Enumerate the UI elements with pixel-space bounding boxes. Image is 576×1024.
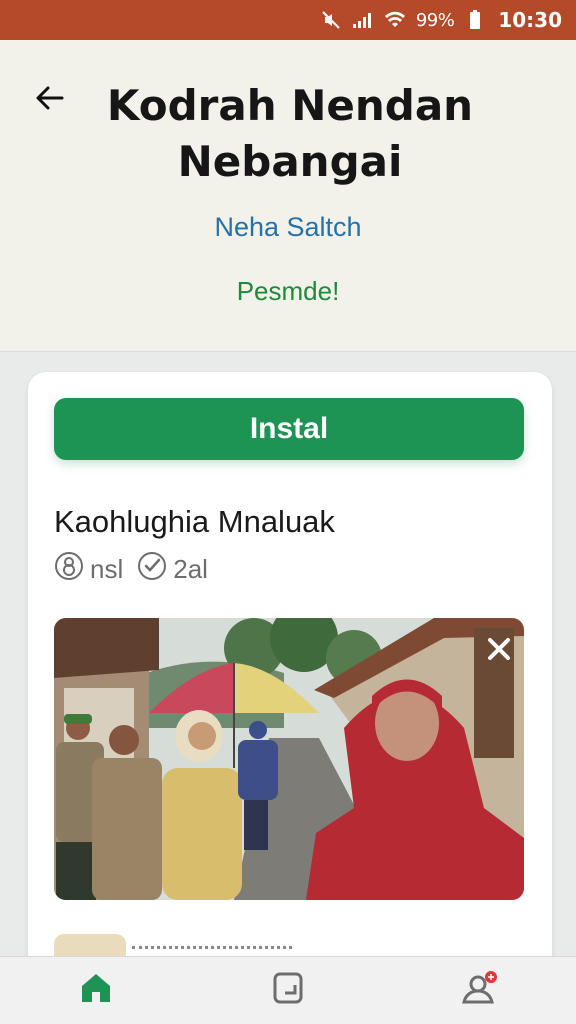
wifi-icon [384,9,406,31]
mute-icon [320,9,342,31]
meta-row: nsl 2al [54,551,208,588]
signal-icon [352,9,374,31]
user-badge-icon [460,970,500,1011]
preview-photo[interactable] [54,618,524,900]
battery-percent: 99% [415,9,455,31]
home-icon [78,970,114,1011]
app-card: Instal Kaohlughia Mnaluak nsl 2al [28,372,552,972]
meta-item-rating: 2al [137,551,208,588]
nav-profile[interactable] [440,961,520,1021]
circle-8-icon [54,551,84,588]
list-item-text-placeholder [132,946,292,952]
meta-rating-text: 2al [173,553,208,584]
tablet-icon [271,971,305,1010]
app-header: Kodrah Nendan Nebangai Neha Saltch Pesmd… [0,40,576,352]
meta-size-text: nsl [90,553,124,584]
status-text: Pesmde! [236,276,340,306]
bottom-nav [0,956,576,1024]
nav-library[interactable] [248,961,328,1021]
status-bar: 99% 10:30 [0,0,576,40]
developer-link[interactable]: Neha Saltch [0,212,576,243]
check-circle-icon [137,551,167,588]
back-button[interactable] [30,80,70,120]
arrow-left-icon [34,82,66,119]
nav-home[interactable] [56,961,136,1021]
meta-item-size: nsl [54,551,123,588]
page-title: Kodrah Nendan Nebangai [106,81,474,186]
close-icon[interactable] [482,632,516,666]
install-button[interactable]: Instal [54,398,524,460]
item-title: Kaohlughia Mnaluak [54,504,335,539]
battery-icon [464,9,486,31]
clock: 10:30 [498,8,562,32]
